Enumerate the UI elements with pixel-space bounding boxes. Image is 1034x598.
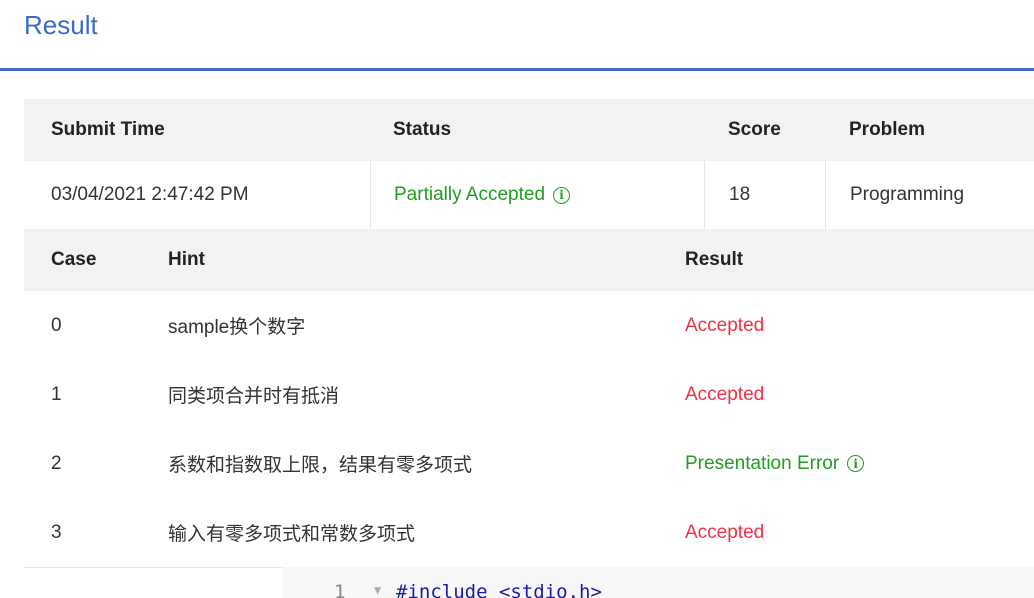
header-case: Case (51, 249, 97, 270)
submit-time-value: 03/04/2021 2:47:42 PM (51, 184, 249, 205)
problem-value[interactable]: Programming (825, 161, 1034, 229)
code-line[interactable]: #include <stdio.h> (396, 581, 602, 598)
submission-table: Submit Time Status Score Problem 03/04/2… (24, 99, 1034, 230)
title-divider (0, 68, 1034, 71)
case-number: 3 (51, 521, 62, 543)
table-row: 2 系数和指数取上限，结果有零多项式 Presentation Error i (24, 429, 1034, 499)
code-editor[interactable]: 1 ▼ #include <stdio.h> (282, 567, 1034, 598)
case-hint: sample换个数字 (168, 317, 306, 338)
case-result-cell[interactable]: Presentation Error i (685, 429, 865, 498)
header-submit-time: Submit Time (51, 119, 165, 140)
table-row: 3 输入有零多项式和常数多项式 Accepted (24, 498, 1034, 568)
header-score: Score (728, 119, 781, 140)
submission-row: 03/04/2021 2:47:42 PM Partially Accepted… (24, 161, 1034, 230)
case-result: Accepted (685, 521, 765, 543)
info-circle-icon[interactable]: i (847, 455, 865, 472)
status-cell[interactable]: Partially Accepted i (370, 161, 704, 229)
case-result: Accepted (685, 314, 765, 336)
score-value: 18 (704, 161, 825, 229)
info-circle-icon[interactable]: i (553, 186, 571, 204)
case-number: 1 (51, 383, 62, 405)
case-result: Accepted (685, 383, 765, 405)
table-row: 0 sample换个数字 Accepted (24, 291, 1034, 361)
header-status: Status (393, 119, 452, 140)
case-hint: 系数和指数取上限，结果有零多项式 (168, 455, 473, 476)
status-value[interactable]: Partially Accepted (394, 184, 545, 206)
table-row: 1 同类项合并时有抵消 Accepted (24, 360, 1034, 430)
case-number: 0 (51, 314, 62, 336)
fold-arrow-icon[interactable]: ▼ (374, 583, 381, 597)
cases-table: Case Hint Result 0 sample换个数字 Accepted 1… (24, 229, 1034, 568)
header-hint: Hint (168, 249, 205, 270)
header-result: Result (685, 249, 744, 270)
page-title: Result (24, 10, 98, 40)
submission-header-row: Submit Time Status Score Problem (24, 99, 1034, 161)
cases-header-row: Case Hint Result (24, 229, 1034, 291)
case-hint: 同类项合并时有抵消 (168, 386, 340, 407)
case-result[interactable]: Presentation Error (685, 453, 839, 475)
case-number: 2 (51, 452, 62, 474)
line-number: 1 (334, 581, 346, 598)
header-problem: Problem (849, 119, 926, 140)
case-hint: 输入有零多项式和常数多项式 (168, 524, 416, 545)
